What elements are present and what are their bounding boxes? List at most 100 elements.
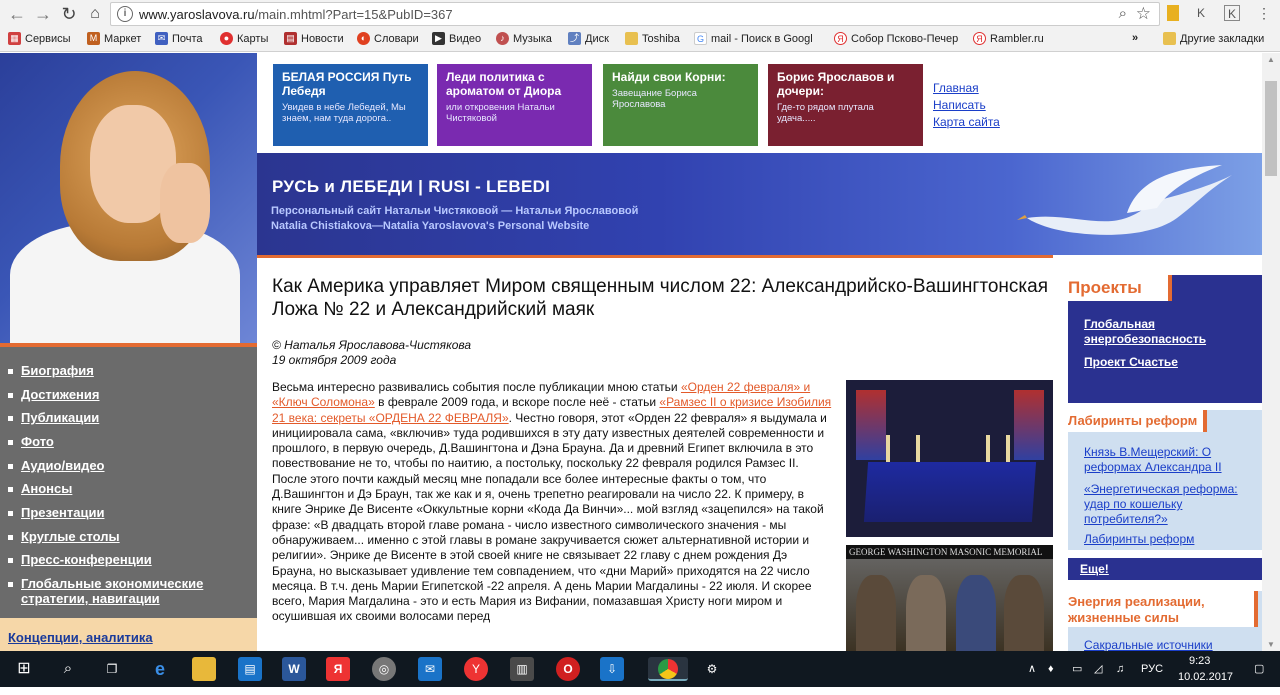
menu-achievements[interactable]: Достижения	[8, 387, 99, 402]
browser-chrome: ← → ↻ ⌂ i www.yaroslavova.ru/main.mhtml?…	[0, 0, 1280, 52]
bookmarks-bar: ▦ Сервисы M Маркет ✉ Почта ● Карты ▤ Новости …	[0, 29, 1280, 51]
yandex-browser-icon[interactable]: Y	[464, 657, 488, 681]
media-icon[interactable]: ▥	[510, 657, 534, 681]
link-more[interactable]: Еще!	[1080, 562, 1109, 576]
scroll-up-icon[interactable]: ▲	[1267, 55, 1275, 64]
menu-icon[interactable]: ⋮	[1256, 5, 1272, 21]
extension-box-icon[interactable]: K	[1224, 5, 1240, 21]
bookmark-google-search[interactable]: Gmail - Поиск в Googl	[694, 32, 813, 45]
tray-volume-icon[interactable]: ♫	[1116, 651, 1124, 687]
start-icon[interactable]: ⊞	[12, 657, 36, 681]
tile-boris-yaroslavov[interactable]: Борис Ярославов и дочери: Где-то рядом п…	[768, 64, 923, 146]
lodge-image	[846, 380, 1053, 537]
scroll-down-icon[interactable]: ▼	[1267, 640, 1275, 649]
other-bookmarks[interactable]: Другие закладки	[1163, 32, 1264, 45]
scroll-thumb[interactable]	[1265, 81, 1277, 176]
opera-icon[interactable]: O	[556, 657, 580, 681]
link-energy-security[interactable]: Глобальная энергобезопасность	[1084, 317, 1254, 347]
folder-icon	[625, 32, 638, 45]
menu-press-conferences[interactable]: Пресс-конференции	[8, 552, 152, 567]
news-icon: ▤	[284, 32, 297, 45]
article-title: Как Америка управляет Миром священным чи…	[272, 276, 1048, 320]
home-icon[interactable]: ⌂	[84, 4, 106, 24]
reload-icon[interactable]: ↻	[58, 4, 80, 24]
search-icon[interactable]: ⌕	[56, 657, 80, 681]
file-explorer-icon[interactable]	[192, 657, 216, 681]
forward-icon[interactable]: →	[32, 4, 54, 24]
bookmark-disk[interactable]: ⤴ Диск	[568, 32, 609, 45]
extension-bookmark-icon[interactable]	[1167, 5, 1179, 21]
menu-global-strategies-line2[interactable]: стратегии, навигации	[21, 591, 160, 606]
tray-network-icon[interactable]: ◿	[1094, 651, 1102, 687]
menu-presentations[interactable]: Презентации	[8, 505, 104, 520]
web-page: БЕЛАЯ РОССИЯ Путь Лебедя Увидев в небе Л…	[0, 53, 1262, 651]
bookmark-music[interactable]: ♪ Музыка	[496, 32, 552, 45]
menu-photo[interactable]: Фото	[8, 434, 54, 449]
menu-publications[interactable]: Публикации	[8, 410, 99, 425]
link-meshchersky[interactable]: Князь В.Мещерский: О реформах Александра…	[1084, 445, 1249, 475]
page-scrollbar[interactable]: ▲ ▼	[1262, 53, 1280, 651]
site-subtitle-ru: Персональный сайт Натальи Чистяковой — Н…	[271, 205, 639, 217]
menu-audio-video[interactable]: Аудио/видео	[8, 458, 105, 473]
chrome-taskbar-icon[interactable]	[648, 657, 688, 681]
menu-round-tables[interactable]: Круглые столы	[8, 529, 120, 544]
byline: © Наталья Ярославова-Чистякова 19 октябр…	[272, 338, 471, 368]
info-icon[interactable]: i	[117, 6, 133, 22]
google-icon: G	[694, 32, 707, 45]
extension-k-icon[interactable]: K	[1193, 5, 1209, 21]
site-subtitle-en: Natalia Chistiakova—Natalia Yaroslavova'…	[271, 220, 590, 232]
bookmark-dictionaries[interactable]: ◐ Словари	[357, 32, 419, 45]
bookmark-market[interactable]: M Маркет	[87, 32, 141, 45]
menu-announcements[interactable]: Анонсы	[8, 481, 72, 496]
tray-battery-icon[interactable]: ▭	[1072, 651, 1082, 687]
bookmark-sobor[interactable]: Я Собор Псково-Печер	[834, 32, 958, 45]
tray-language[interactable]: РУС	[1141, 651, 1163, 687]
bookmark-services[interactable]: ▦ Сервисы	[8, 32, 71, 45]
zoom-icon[interactable]: ⌕	[1119, 5, 1127, 22]
link-happiness-project[interactable]: Проект Счастье	[1084, 355, 1178, 370]
market-icon: M	[87, 32, 100, 45]
edge-icon[interactable]: e	[148, 657, 172, 681]
tile-find-roots[interactable]: Найди свои Корни: Завещание Бориса Яросл…	[603, 64, 758, 146]
left-menu-lower: Концепции, аналитика	[0, 618, 257, 651]
reforms-heading: Лабиринты реформ	[1068, 410, 1208, 432]
tray-date[interactable]: 10.02.2017	[1178, 659, 1233, 695]
link-energy-reform[interactable]: «Энергетическая реформа: удар по кошельк…	[1084, 482, 1254, 527]
link-write[interactable]: Написать	[933, 97, 1000, 114]
settings-app-icon[interactable]: ⚙	[700, 657, 724, 681]
menu-biography[interactable]: Биография	[8, 363, 94, 378]
link-sitemap[interactable]: Карта сайта	[933, 114, 1000, 131]
word-icon[interactable]: W	[282, 657, 306, 681]
memorial-image: GEORGE WASHINGTON MASONIC MEMORIAL	[846, 545, 1053, 651]
download-icon[interactable]: ⇩	[600, 657, 624, 681]
reforms-section: Лабиринты реформ Князь В.Мещерский: О ре…	[1068, 410, 1262, 550]
store-icon[interactable]: ▤	[238, 657, 262, 681]
dictionaries-icon: ◐	[357, 32, 370, 45]
bookmark-toshiba[interactable]: Toshiba	[625, 32, 680, 45]
task-view-icon[interactable]: ❐	[100, 657, 124, 681]
tray-bluetooth-icon[interactable]: ♦	[1048, 651, 1054, 687]
article-header: Как Америка управляет Миром священным чи…	[272, 275, 1052, 321]
link-labyrinths[interactable]: Лабиринты реформ	[1084, 532, 1194, 547]
memorial-caption: GEORGE WASHINGTON MASONIC MEMORIAL	[846, 545, 1053, 559]
bookmark-mail[interactable]: ✉ Почта	[155, 32, 203, 45]
mail-app-icon[interactable]: ✉	[418, 657, 442, 681]
yandex-app-icon[interactable]: Я	[326, 657, 350, 681]
tile-lady-politics[interactable]: Леди политика с ароматом от Диора или от…	[437, 64, 592, 146]
menu-global-strategies[interactable]: Глобальные экономические	[8, 576, 203, 591]
notifications-icon[interactable]: ▢	[1254, 651, 1264, 687]
bookmark-video[interactable]: ▶ Видео	[432, 32, 481, 45]
link-home[interactable]: Главная	[933, 80, 1000, 97]
back-icon[interactable]: ←	[6, 4, 28, 24]
app-circle-icon[interactable]: ◎	[372, 657, 396, 681]
disk-icon: ⤴	[568, 32, 581, 45]
address-bar[interactable]: i www.yaroslavova.ru/main.mhtml?Part=15&…	[110, 2, 1160, 26]
bookmark-maps[interactable]: ● Карты	[220, 32, 268, 45]
bookmark-star-icon[interactable]: ☆	[1136, 4, 1151, 24]
tray-chevron-icon[interactable]: ∧	[1028, 651, 1036, 687]
bookmark-rambler[interactable]: Я Rambler.ru	[973, 32, 1044, 45]
bookmark-news[interactable]: ▤ Новости	[284, 32, 344, 45]
tile-white-russia[interactable]: БЕЛАЯ РОССИЯ Путь Лебедя Увидев в небе Л…	[273, 64, 428, 146]
more-bookmarks-button[interactable]: »	[1132, 32, 1138, 44]
menu-concepts[interactable]: Концепции, аналитика	[8, 630, 153, 645]
